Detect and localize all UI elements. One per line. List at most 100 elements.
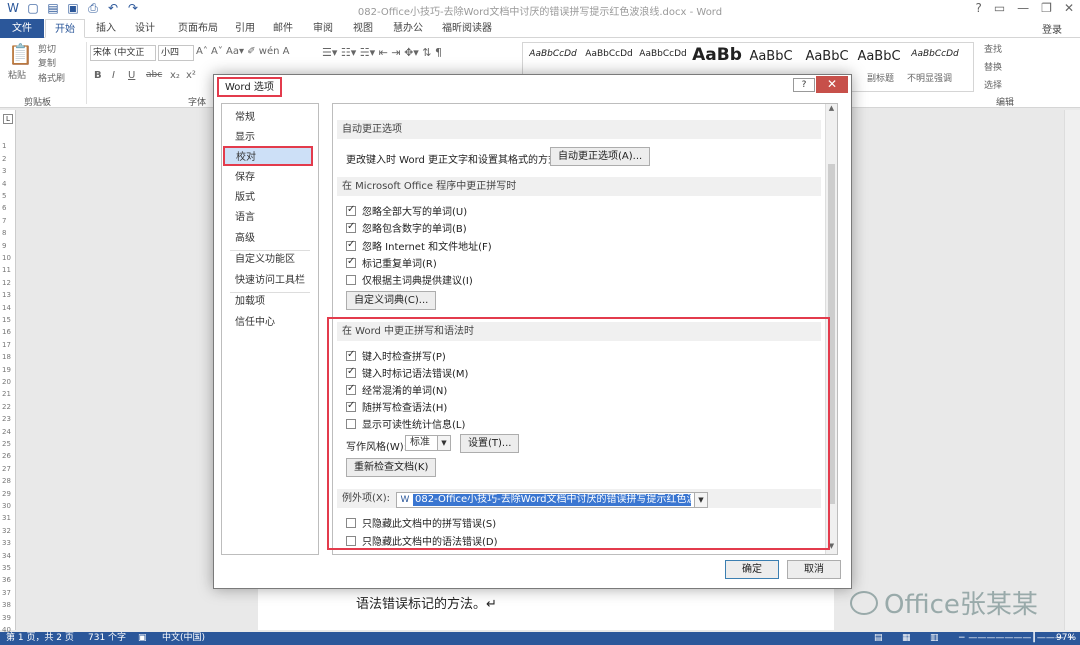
bold-button[interactable]: B: [94, 70, 102, 81]
tab-references[interactable]: 引用: [228, 19, 262, 38]
ruler-tick-label: 27: [2, 464, 11, 473]
style-normal[interactable]: AaBbCcDd: [525, 49, 581, 59]
tab-selector-icon[interactable]: L: [3, 114, 13, 124]
copy-button[interactable]: 复制: [38, 56, 56, 69]
ruler-tick-label: 3: [2, 167, 7, 176]
web-layout-icon[interactable]: ▥: [930, 632, 939, 645]
checkbox[interactable]: [346, 256, 356, 268]
minimize-icon[interactable]: —: [1017, 1, 1029, 15]
ruler-tick-label: 10: [2, 254, 11, 262]
title-bar: W ▢ ▤ ▣ ⎙ ↶ ↷ 082-Office小技巧-去除Word文档中讨厌的…: [0, 0, 1080, 19]
ruler-tick-label: 4: [2, 179, 7, 188]
underline-button[interactable]: U: [128, 70, 135, 81]
ruler-tick-label: 7: [2, 216, 7, 225]
find-button[interactable]: 查找: [984, 42, 1002, 55]
cancel-button[interactable]: 取消: [787, 560, 841, 579]
autocorrect-options-button[interactable]: 自动更正选项(A)...: [550, 147, 651, 166]
ruler-tick-label: 8: [2, 229, 7, 238]
paste-icon[interactable]: 📋: [8, 42, 33, 66]
editing-group-label: 编辑: [996, 98, 1015, 108]
paragraph-list-icons[interactable]: ☰▾ ☷▾ ☵▾ ⇤ ⇥ ✥▾ ⇅ ¶: [322, 46, 442, 59]
nav-item-advanced[interactable]: 高级: [222, 229, 318, 249]
replace-button[interactable]: 替换: [984, 60, 1002, 73]
nav-item-quick-access[interactable]: 快速访问工具栏: [222, 271, 318, 291]
nav-item-trust-center[interactable]: 信任中心: [222, 313, 318, 333]
ruler-tick-label: 1: [2, 142, 7, 151]
tab-view[interactable]: 视图: [346, 19, 380, 38]
nav-item-typography[interactable]: 版式: [222, 188, 318, 208]
style-title[interactable]: AaBbC: [743, 49, 799, 64]
help-icon[interactable]: ?: [975, 1, 981, 15]
format-painter-button[interactable]: 格式刷: [38, 71, 65, 84]
scroll-up-icon[interactable]: ▲: [826, 104, 837, 116]
ribbon-display-icon[interactable]: ▭: [994, 1, 1005, 15]
nav-item-general[interactable]: 常规: [222, 108, 318, 128]
tab-huibangong[interactable]: 慧办公: [386, 19, 430, 38]
style-heading-3[interactable]: AaBbC: [799, 49, 855, 64]
word-options-dialog: Word 选项 ? ✕ 常规 显示 校对 保存 版式 语言 高级 自定义功能区 …: [213, 74, 852, 589]
login-link[interactable]: 登录: [1042, 21, 1062, 36]
ok-button[interactable]: 确定: [725, 560, 779, 579]
style-subtle-emphasis[interactable]: AaBbCcDd: [907, 49, 963, 59]
dialog-help-button[interactable]: ?: [793, 78, 815, 92]
proofing-icon[interactable]: ▣: [138, 632, 147, 645]
option-ignore-internet[interactable]: 忽略 Internet 和文件地址(F): [346, 238, 492, 253]
tab-foxit-reader[interactable]: 福昕阅读器: [436, 19, 498, 38]
select-button[interactable]: 选择: [984, 78, 1002, 91]
print-layout-icon[interactable]: ▦: [902, 632, 911, 645]
ribbon-tabs: 文件 开始 插入 设计 页面布局 引用 邮件 审阅 视图 慧办公 福昕阅读器 登…: [0, 19, 1080, 38]
document-text[interactable]: 语法错误标记的方法。↵: [356, 593, 497, 612]
checkbox[interactable]: [346, 239, 356, 251]
option-ignore-numbers[interactable]: 忽略包含数字的单词(B): [346, 220, 467, 235]
checkbox[interactable]: [346, 274, 356, 285]
checkbox[interactable]: [346, 221, 356, 233]
nav-item-proofing[interactable]: 校对: [223, 146, 313, 166]
tab-review[interactable]: 审阅: [306, 19, 340, 38]
restore-icon[interactable]: ❐: [1041, 1, 1052, 15]
style-heading-1[interactable]: AaBbCcDd: [635, 49, 691, 59]
read-mode-icon[interactable]: ▤: [874, 632, 883, 645]
option-flag-repeated[interactable]: 标记重复单词(R): [346, 255, 437, 270]
font-size-select[interactable]: 小四: [158, 45, 194, 61]
nav-item-customize-ribbon[interactable]: 自定义功能区: [222, 250, 318, 270]
style-heading-2[interactable]: AaBb: [689, 45, 745, 65]
ruler-tick-label: 22: [2, 402, 11, 411]
tab-mailings[interactable]: 邮件: [266, 19, 300, 38]
nav-item-display[interactable]: 显示: [222, 128, 318, 148]
nav-item-language[interactable]: 语言: [222, 208, 318, 228]
status-words[interactable]: 731 个字: [88, 632, 126, 645]
ruler-tick-label: 35: [2, 564, 11, 572]
paste-button-label[interactable]: 粘贴: [8, 68, 26, 81]
custom-dictionaries-button[interactable]: 自定义词典(C)...: [346, 291, 437, 310]
tab-file[interactable]: 文件: [0, 19, 44, 38]
zoom-level[interactable]: 97%: [1056, 632, 1076, 645]
tab-page-layout[interactable]: 页面布局: [170, 19, 226, 38]
font-grow-shrink-icons[interactable]: A˄ A˅ Aa▾ ✐ wén A: [196, 46, 289, 57]
italic-button[interactable]: I: [112, 70, 115, 81]
status-page[interactable]: 第 1 页，共 2 页: [6, 632, 74, 645]
dialog-close-button[interactable]: ✕: [816, 76, 848, 93]
document-scrollbar[interactable]: [1064, 110, 1080, 630]
tab-design[interactable]: 设计: [127, 19, 163, 38]
ruler-tick-label: 38: [2, 601, 11, 610]
ruler-tick-label: 9: [2, 241, 7, 250]
option-main-dictionary-only[interactable]: 仅根据主词典提供建议(I): [346, 272, 473, 287]
nav-item-save[interactable]: 保存: [222, 168, 318, 188]
tab-home[interactable]: 开始: [45, 19, 85, 38]
ruler-tick-label: 32: [2, 526, 11, 535]
font-name-select[interactable]: 宋体 (中文正: [90, 45, 156, 61]
style-subtitle[interactable]: AaBbC: [851, 49, 907, 64]
status-language[interactable]: 中文(中国): [162, 632, 205, 645]
nav-item-addins[interactable]: 加载项: [222, 292, 318, 312]
subscript-button[interactable]: x₂: [170, 70, 180, 81]
superscript-button[interactable]: x²: [186, 70, 196, 81]
cut-button[interactable]: 剪切: [38, 42, 56, 55]
style-no-spacing[interactable]: AaBbCcDd: [581, 49, 637, 59]
ruler-tick-label: 13: [2, 291, 11, 300]
close-icon[interactable]: ✕: [1064, 1, 1074, 15]
checkbox[interactable]: [346, 204, 356, 216]
option-ignore-uppercase[interactable]: 忽略全部大写的单词(U): [346, 203, 467, 218]
tab-insert[interactable]: 插入: [88, 19, 124, 38]
strikethrough-button[interactable]: abc: [146, 70, 162, 80]
ruler-tick-label: 21: [2, 390, 11, 399]
